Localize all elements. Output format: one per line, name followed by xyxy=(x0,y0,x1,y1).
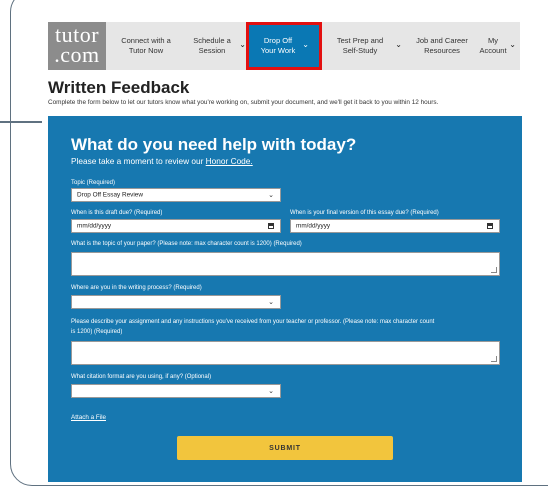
logo-text-bottom: .com xyxy=(54,42,100,67)
writing-process-label: Where are you in the writing process? (R… xyxy=(71,285,202,291)
nav-item-my-account[interactable]: My Account ⌄ xyxy=(478,22,520,70)
chevron-down-icon: ⌄ xyxy=(302,40,309,49)
chevron-down-icon: ⌄ xyxy=(395,40,402,49)
attach-file-link[interactable]: Attach a File xyxy=(71,414,106,421)
submit-button[interactable]: SUBMIT xyxy=(177,436,393,460)
form-heading: What do you need help with today? xyxy=(71,135,357,154)
paper-topic-textarea[interactable] xyxy=(71,252,500,276)
connector-line xyxy=(0,121,42,123)
final-due-label: When is your final version of this essay… xyxy=(290,210,439,216)
chevron-down-icon: ⌄ xyxy=(268,299,274,306)
final-due-date-input[interactable]: mm/dd/yyyy xyxy=(290,219,500,233)
draft-due-label: When is this draft due? (Required) xyxy=(71,210,163,216)
chevron-down-icon: ⌄ xyxy=(268,192,274,199)
nav-item-connect-tutor[interactable]: Connect with a Tutor Now xyxy=(114,22,178,70)
page-intro: Complete the form below to let our tutor… xyxy=(48,99,439,106)
honor-code-link[interactable]: Honor Code. xyxy=(206,156,253,166)
nav-item-label: Schedule a Session xyxy=(193,36,231,55)
tutor-logo[interactable]: tutor .com xyxy=(48,22,106,70)
citation-label: What citation format are you using, if a… xyxy=(71,374,212,380)
nav-item-label: My Account xyxy=(479,36,507,55)
topic-select-value: Drop Off Essay Review xyxy=(77,191,143,199)
top-navigation: tutor .com Connect with a Tutor Now Sche… xyxy=(48,22,520,70)
final-due-placeholder: mm/dd/yyyy xyxy=(296,222,331,230)
subheading-text: Please take a moment to review our xyxy=(71,156,206,166)
chevron-down-icon: ⌄ xyxy=(509,40,516,49)
nav-item-drop-off-work[interactable]: Drop Off Your Work ⌄ xyxy=(246,22,322,70)
chevron-down-icon: ⌄ xyxy=(239,40,246,49)
calendar-icon[interactable] xyxy=(487,223,493,229)
citation-select[interactable]: ⌄ xyxy=(71,384,281,398)
topic-label: Topic (Required) xyxy=(71,180,116,186)
nav-item-job-career[interactable]: Job and Career Resources xyxy=(406,22,478,70)
writing-process-select[interactable]: ⌄ xyxy=(71,295,281,309)
assignment-label-line1: Please describe your assignment and any … xyxy=(71,319,435,325)
paper-topic-label: What is the topic of your paper? (Please… xyxy=(71,241,302,247)
assignment-textarea[interactable] xyxy=(71,341,500,365)
draft-due-date-input[interactable]: mm/dd/yyyy xyxy=(71,219,281,233)
nav-item-schedule-session[interactable]: Schedule a Session ⌄ xyxy=(174,22,250,70)
nav-item-test-prep[interactable]: Test Prep and Self-Study ⌄ xyxy=(326,22,408,70)
form-subheading: Please take a moment to review our Honor… xyxy=(71,156,253,166)
assignment-label-line2: is 1200) (Required) xyxy=(71,329,123,335)
nav-item-label: Job and Career Resources xyxy=(416,36,468,55)
draft-due-placeholder: mm/dd/yyyy xyxy=(77,222,112,230)
resize-handle-icon[interactable] xyxy=(491,356,497,362)
chevron-down-icon: ⌄ xyxy=(268,388,274,395)
nav-item-label: Test Prep and Self-Study xyxy=(336,36,384,55)
resize-handle-icon[interactable] xyxy=(491,267,497,273)
page-title: Written Feedback xyxy=(48,78,190,97)
calendar-icon[interactable] xyxy=(268,223,274,229)
feedback-form-panel: What do you need help with today? Please… xyxy=(48,116,522,482)
topic-select[interactable]: Drop Off Essay Review ⌄ xyxy=(71,188,281,202)
nav-item-label: Drop Off Your Work xyxy=(260,36,296,55)
nav-item-label: Connect with a Tutor Now xyxy=(121,36,171,55)
